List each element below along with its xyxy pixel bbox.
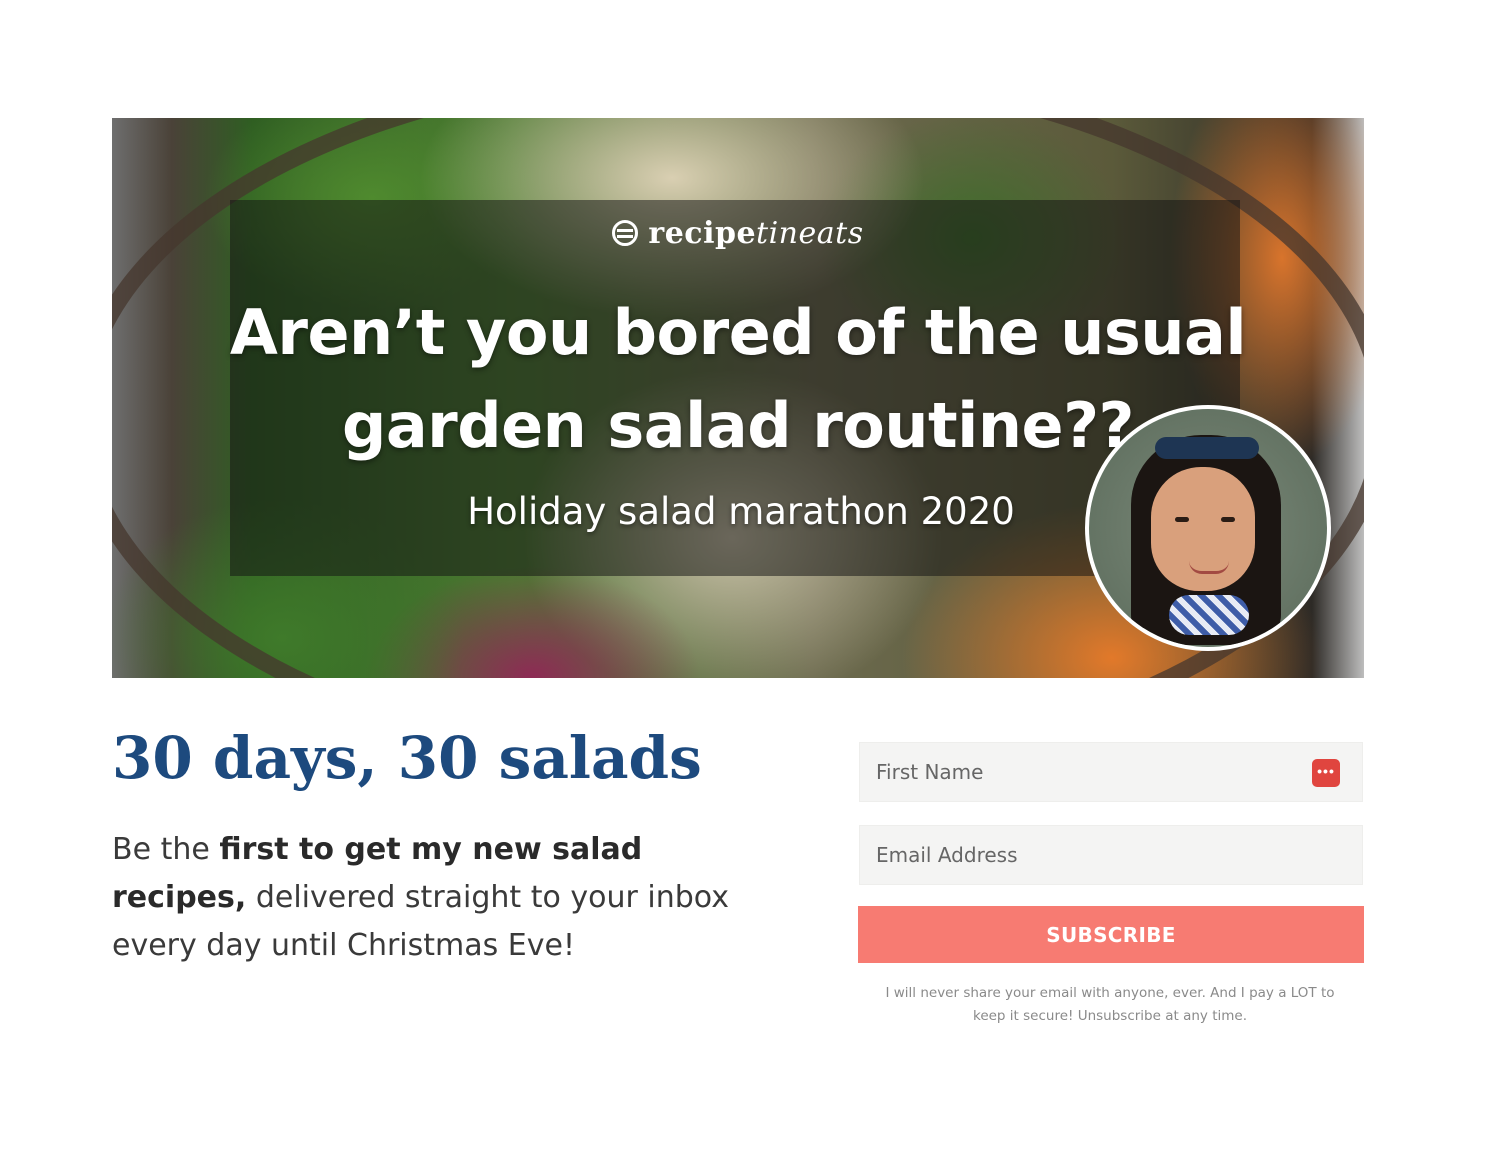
author-avatar — [1085, 405, 1331, 651]
promo-title: 30 days, 30 salads — [112, 724, 702, 792]
promo-body-lead: Be the — [112, 832, 220, 867]
subscribe-button[interactable]: SUBSCRIBE — [858, 906, 1364, 963]
privacy-disclaimer: I will never share your email with anyon… — [885, 985, 1335, 1024]
hero-headline-line1: Aren’t you bored of the usual — [229, 296, 1247, 369]
email-field — [859, 825, 1363, 885]
recipetineats-logo-icon — [612, 220, 639, 246]
logo-prefix: recipe — [648, 216, 757, 251]
first-name-field: ••• — [859, 742, 1363, 802]
page: recipetineats Aren’t you bored of the us… — [0, 0, 1500, 1158]
first-name-input[interactable] — [860, 743, 1362, 801]
hero-banner: recipetineats Aren’t you bored of the us… — [112, 118, 1364, 678]
logo-suffix: tineats — [756, 216, 864, 251]
email-input[interactable] — [860, 826, 1362, 884]
brand-logo: recipetineats — [112, 216, 1364, 251]
password-manager-autofill-icon[interactable]: ••• — [1312, 759, 1340, 787]
promo-body: Be the first to get my new salad recipes… — [112, 826, 752, 970]
